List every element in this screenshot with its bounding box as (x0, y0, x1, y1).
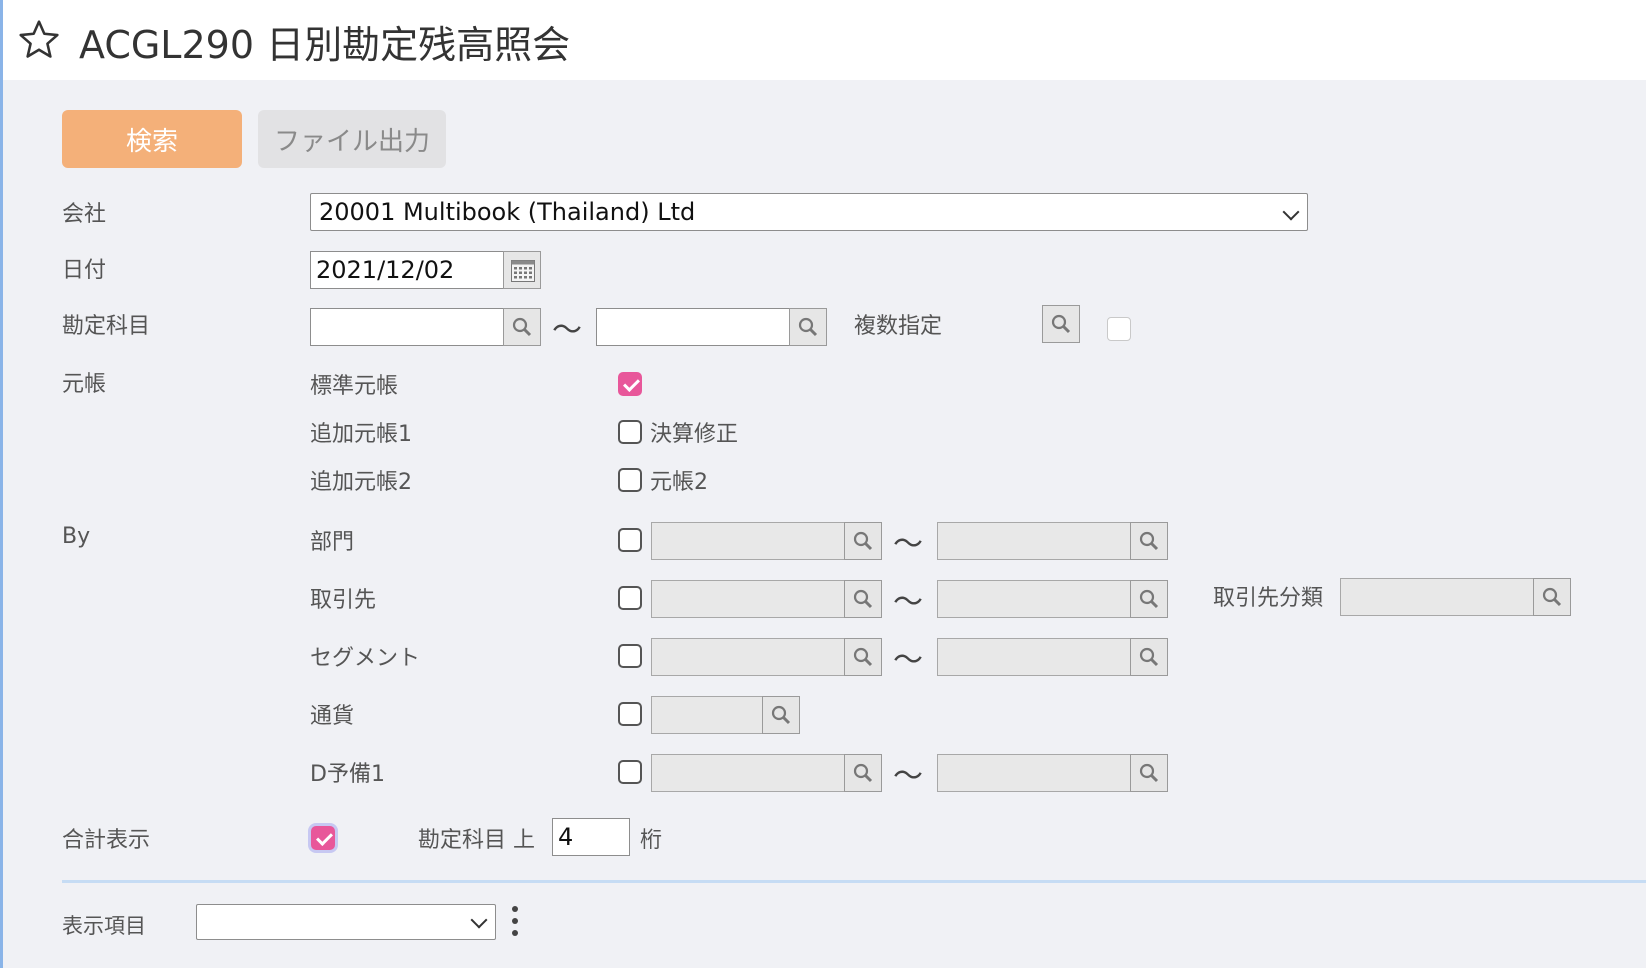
search-icon (1139, 531, 1159, 551)
segment-from-input[interactable] (651, 638, 845, 676)
search-icon (1542, 587, 1562, 607)
more-options-icon[interactable] (512, 906, 518, 940)
page-title: ACGL290 日別勘定残高照会 (79, 23, 571, 67)
total-display-checkbox[interactable] (311, 826, 335, 850)
account-to-lookup-button[interactable] (789, 308, 827, 346)
search-icon (853, 589, 873, 609)
calendar-button[interactable] (503, 251, 541, 289)
segment-to-input[interactable] (937, 638, 1131, 676)
search-icon (1139, 589, 1159, 609)
by-currency-label: 通貨 (310, 704, 355, 729)
search-button[interactable]: 検索 (62, 110, 242, 168)
multiple-spec-lookup-button[interactable] (1042, 305, 1080, 343)
total-digits-unit: 桁 (640, 828, 663, 853)
dreserve1-from-input[interactable] (651, 754, 845, 792)
by-department-label: 部門 (310, 530, 355, 555)
page-header: ACGL290 日別勘定残高照会 (3, 0, 1646, 80)
search-icon (512, 317, 532, 337)
total-display-label: 合計表示 (62, 828, 151, 853)
partner-from-lookup-button[interactable] (844, 580, 882, 618)
by-label: By (62, 524, 91, 549)
search-icon (853, 763, 873, 783)
dreserve1-from-lookup-button[interactable] (844, 754, 882, 792)
settlement-adjustment-label: 決算修正 (650, 422, 739, 447)
search-icon (1139, 763, 1159, 783)
file-output-button[interactable]: ファイル出力 (258, 110, 446, 168)
ledger2-checkbox[interactable] (618, 468, 642, 492)
currency-input[interactable] (651, 696, 763, 734)
partner-category-label: 取引先分類 (1213, 586, 1324, 611)
display-items-select[interactable] (196, 904, 496, 940)
account-label: 勘定科目 (62, 314, 151, 339)
company-select-value: 20001 Multibook (Thailand) Ltd (319, 198, 696, 226)
total-account-level-label: 勘定科目 上 (418, 828, 535, 853)
date-input[interactable]: 2021/12/02 (310, 251, 504, 289)
department-range-tilde: ～ (893, 527, 923, 562)
ledger-label: 元帳 (62, 372, 107, 397)
partner-range-tilde: ～ (893, 585, 923, 620)
department-from-input[interactable] (651, 522, 845, 560)
partner-to-lookup-button[interactable] (1130, 580, 1168, 618)
account-from-input[interactable] (310, 308, 504, 346)
multiple-spec-label: 複数指定 (854, 314, 943, 339)
by-dreserve1-checkbox[interactable] (618, 760, 642, 784)
by-currency-checkbox[interactable] (618, 702, 642, 726)
segment-from-lookup-button[interactable] (844, 638, 882, 676)
dreserve1-to-input[interactable] (937, 754, 1131, 792)
dreserve1-to-lookup-button[interactable] (1130, 754, 1168, 792)
ledger-standard-checkbox[interactable] (618, 372, 642, 396)
left-accent-bar (0, 0, 3, 968)
department-from-lookup-button[interactable] (844, 522, 882, 560)
multiple-spec-checkbox[interactable] (1107, 317, 1131, 341)
partner-category-lookup-button[interactable] (1533, 578, 1571, 616)
by-department-checkbox[interactable] (618, 528, 642, 552)
department-to-input[interactable] (937, 522, 1131, 560)
dreserve1-range-tilde: ～ (893, 759, 923, 794)
ledger-additional1-label: 追加元帳1 (310, 422, 412, 447)
search-icon (1139, 647, 1159, 667)
partner-to-input[interactable] (937, 580, 1131, 618)
date-label: 日付 (62, 258, 107, 283)
partner-category-input[interactable] (1340, 578, 1534, 616)
by-partner-checkbox[interactable] (618, 586, 642, 610)
chevron-down-icon (470, 911, 488, 929)
display-items-label: 表示項目 (62, 914, 146, 938)
currency-lookup-button[interactable] (762, 696, 800, 734)
by-segment-checkbox[interactable] (618, 644, 642, 668)
settlement-adjustment-checkbox[interactable] (618, 420, 642, 444)
search-icon (853, 647, 873, 667)
calendar-icon (511, 260, 535, 282)
favorite-star-icon[interactable] (17, 18, 61, 62)
by-segment-label: セグメント (310, 646, 421, 671)
account-range-tilde: ～ (552, 313, 582, 348)
account-to-input[interactable] (596, 308, 790, 346)
section-divider (62, 880, 1646, 883)
search-icon (771, 705, 791, 725)
ledger2-label: 元帳2 (650, 470, 708, 495)
ledger-standard-label: 標準元帳 (310, 374, 399, 399)
segment-to-lookup-button[interactable] (1130, 638, 1168, 676)
company-select[interactable]: 20001 Multibook (Thailand) Ltd (310, 193, 1308, 231)
total-digits-input[interactable]: 4 (552, 818, 630, 856)
search-icon (1051, 314, 1071, 334)
company-label: 会社 (62, 202, 107, 227)
chevron-down-icon (1282, 203, 1300, 221)
ledger-additional2-label: 追加元帳2 (310, 470, 412, 495)
department-to-lookup-button[interactable] (1130, 522, 1168, 560)
search-icon (853, 531, 873, 551)
account-from-lookup-button[interactable] (503, 308, 541, 346)
search-icon (798, 317, 818, 337)
by-dreserve1-label: D予備1 (310, 762, 385, 787)
segment-range-tilde: ～ (893, 643, 923, 678)
partner-from-input[interactable] (651, 580, 845, 618)
by-partner-label: 取引先 (310, 588, 377, 613)
